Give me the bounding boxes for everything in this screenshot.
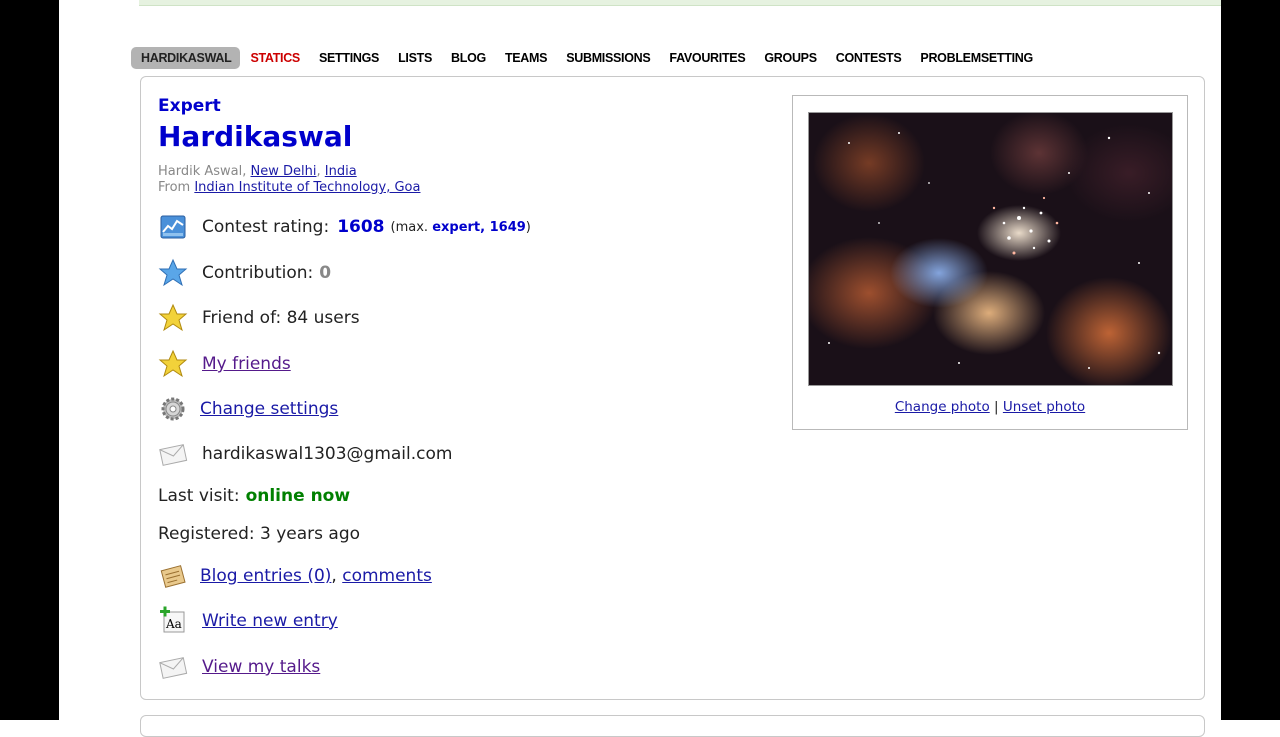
email-row: hardikaswal1303@gmail.com: [158, 439, 452, 469]
max-prefix: (max.: [390, 219, 433, 235]
friend-of-row: Friend of: 84 users: [158, 303, 360, 333]
my-friends-link[interactable]: My friends: [202, 354, 291, 374]
change-settings-link[interactable]: Change settings: [200, 399, 338, 419]
user-rank: Expert: [158, 96, 221, 116]
rating-value: 1608: [337, 217, 385, 237]
tab-hardikaswal[interactable]: HARDIKASWAL: [131, 47, 241, 69]
top-strip: [139, 0, 1221, 6]
tab-contests[interactable]: CONTESTS: [826, 47, 911, 69]
photo-separator: |: [989, 399, 1003, 415]
blog-comma: ,: [331, 566, 343, 586]
star-field: [828, 132, 1161, 369]
change-photo-link[interactable]: Change photo: [895, 399, 990, 415]
user-photo: [808, 112, 1173, 386]
gold-star-icon: [158, 349, 188, 379]
left-black-border: [0, 0, 59, 720]
organization-link[interactable]: Indian Institute of Technology, Goa: [194, 180, 420, 195]
view-talks-link[interactable]: View my talks: [202, 657, 320, 677]
tab-lists[interactable]: LISTS: [388, 47, 441, 69]
contribution-label: Contribution:: [202, 263, 314, 283]
write-entry-icon: Aa: [158, 606, 188, 636]
last-visit-label: Last visit:: [158, 486, 240, 506]
blue-star-icon: [158, 258, 188, 288]
contest-rating-row: Contest rating: 1608 (max. expert, 1649): [158, 212, 531, 242]
from-label: From: [158, 180, 195, 195]
country-link[interactable]: India: [325, 164, 357, 179]
friend-of-text: Friend of: 84 users: [202, 308, 360, 328]
last-visit-value: online now: [245, 486, 351, 506]
right-black-border: [1221, 0, 1280, 720]
profile-page: HARDIKASWAL STATICS SETTINGS LISTS BLOG …: [59, 0, 1221, 737]
tab-problemsetting[interactable]: PROBLEMSETTING: [910, 47, 1041, 69]
envelope-icon: [158, 652, 188, 682]
my-friends-row: My friends: [158, 349, 291, 379]
user-photo-frame: Change photo | Unset photo: [792, 95, 1188, 430]
change-settings-row: Change settings: [158, 394, 338, 424]
user-location: Hardik Aswal, New Delhi, India: [158, 164, 357, 179]
max-suffix: ): [525, 219, 531, 235]
envelope-icon: [158, 439, 188, 469]
tab-teams[interactable]: TEAMS: [495, 47, 556, 69]
email-text: hardikaswal1303@gmail.com: [202, 444, 453, 464]
real-name: Hardik Aswal,: [158, 164, 251, 179]
blog-entries-row: Blog entries (0), comments: [158, 561, 432, 591]
photo-links: Change photo | Unset photo: [793, 399, 1187, 415]
user-handle: Hardikaswal: [158, 120, 353, 153]
write-entry-row: Aa Write new entry: [158, 606, 338, 636]
tab-statics[interactable]: STATICS: [240, 47, 309, 69]
svg-text:Aa: Aa: [165, 617, 182, 631]
contribution-value: 0: [319, 263, 332, 283]
tab-settings[interactable]: SETTINGS: [309, 47, 388, 69]
view-talks-row: View my talks: [158, 652, 320, 682]
gear-icon: [158, 394, 188, 424]
location-comma: ,: [316, 164, 325, 179]
max-rating: (max. expert, 1649): [391, 220, 531, 235]
profile-box: Expert Hardikaswal Hardik Aswal, New Del…: [140, 76, 1205, 700]
tab-favourites[interactable]: FAVOURITES: [659, 47, 754, 69]
write-entry-link[interactable]: Write new entry: [202, 611, 338, 631]
registered-text: Registered: 3 years ago: [158, 524, 361, 544]
gold-star-icon: [158, 303, 188, 333]
blog-icon: [158, 561, 188, 591]
user-organization: From Indian Institute of Technology, Goa: [158, 180, 420, 195]
comments-link[interactable]: comments: [342, 566, 432, 586]
blog-entries-link[interactable]: Blog entries (0): [200, 566, 331, 586]
next-section-box: [140, 715, 1205, 737]
last-visit-row: Last visit: online now: [158, 486, 350, 506]
registered-row: Registered: 3 years ago: [158, 524, 360, 544]
rating-graph-icon: [158, 212, 188, 242]
unset-photo-link[interactable]: Unset photo: [1003, 399, 1085, 415]
contribution-row: Contribution: 0: [158, 258, 331, 288]
tab-groups[interactable]: GROUPS: [754, 47, 825, 69]
max-rank-rating: expert, 1649: [432, 219, 526, 235]
profile-tabs: HARDIKASWAL STATICS SETTINGS LISTS BLOG …: [131, 46, 1042, 70]
tab-blog[interactable]: BLOG: [441, 47, 495, 69]
city-link[interactable]: New Delhi: [251, 164, 317, 179]
tab-submissions[interactable]: SUBMISSIONS: [556, 47, 659, 69]
rating-label: Contest rating:: [202, 217, 330, 237]
